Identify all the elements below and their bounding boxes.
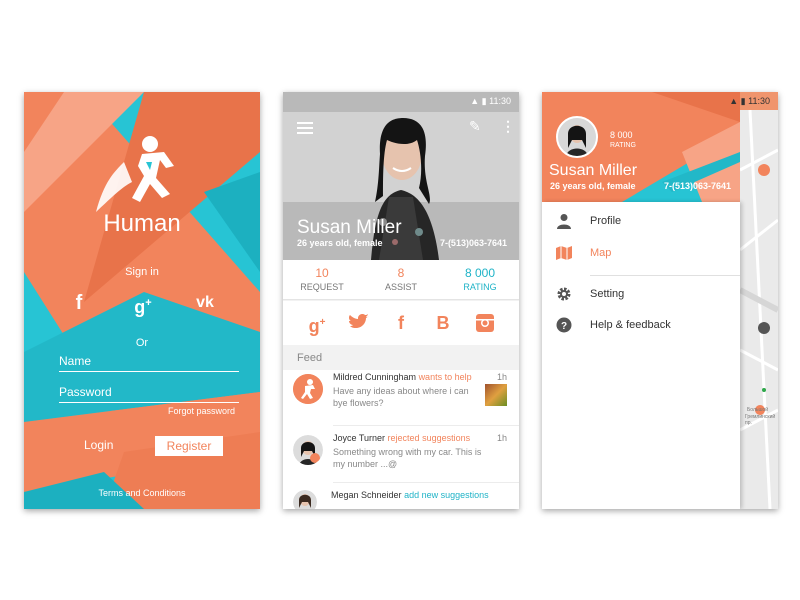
menu-icon[interactable]	[297, 122, 313, 134]
person-icon	[557, 214, 571, 229]
feed-header: Feed	[283, 346, 519, 370]
b-icon[interactable]: B	[429, 309, 457, 337]
status-time: 11:30	[489, 96, 511, 106]
avatar	[293, 435, 323, 465]
google-plus-icon[interactable]: g+	[128, 288, 158, 318]
drawer-phone: 7-(513)063-7641	[664, 181, 732, 191]
feed-item-name: Mildred Cunningham	[333, 372, 417, 382]
stat-label: REQUEST	[300, 282, 344, 292]
avatar	[293, 374, 323, 404]
map-view[interactable]	[738, 109, 778, 509]
menu-item-label: Help & feedback	[590, 319, 671, 331]
edit-icon[interactable]: ✎	[469, 118, 481, 135]
menu-item-help[interactable]: ? Help & feedback	[542, 312, 740, 338]
drawer-name: Susan Miller	[549, 162, 638, 179]
menu-item-map[interactable]: Map	[542, 240, 740, 266]
svg-text:?: ?	[561, 321, 567, 332]
drawer-rating-label: RATING	[610, 142, 636, 149]
drawer-rating-value: 8 000	[610, 130, 633, 140]
feed-item[interactable]: Mildred Cunningham wants to help Have an…	[283, 370, 519, 428]
feed-item-action: add new suggestions	[404, 490, 489, 500]
feed-item-message: Something wrong with my car. This is my …	[333, 447, 482, 469]
map-icon	[556, 246, 572, 260]
map-street-label: Большой	[747, 407, 769, 413]
drawer-status-bar: ▲ ▮ 11:30	[542, 92, 778, 110]
feed-item-title: Joyce Turner rejected suggestions	[333, 433, 470, 443]
feed-item-time: 1h	[496, 433, 507, 443]
menu-item-label: Map	[590, 247, 612, 259]
map-graphic	[738, 109, 778, 509]
stat-rating[interactable]: 8 000 RATING	[441, 266, 519, 292]
status-time: 11:30	[748, 96, 770, 106]
menu-item-setting[interactable]: Setting	[542, 281, 740, 307]
profile-name: Susan Miller	[297, 217, 402, 238]
terms-link[interactable]: Terms and Conditions	[24, 488, 260, 498]
drawer-screen: Большой Гремлинский пр. 8 000 RATING Sus…	[542, 92, 778, 509]
avatar	[293, 490, 317, 509]
gear-icon	[557, 287, 571, 301]
drawer-subtitle: 26 years old, female	[550, 181, 636, 191]
login-title: Human	[103, 210, 181, 237]
facebook-icon[interactable]: f	[387, 309, 415, 337]
profile-screen: ▲ ▮ 11:30 ✎ ⋮ Susan Miller 26 years old,…	[283, 92, 519, 509]
login-button[interactable]: Login	[84, 438, 113, 452]
more-icon[interactable]: ⋮	[501, 118, 515, 135]
feed-divider	[333, 425, 519, 426]
feed-item-action: wants to help	[418, 372, 472, 382]
feed-item-thumbnail[interactable]	[485, 384, 507, 406]
share-row: g+ f B	[283, 301, 519, 345]
vk-icon[interactable]: vk	[190, 288, 220, 318]
map-street-label: Гремлинский пр.	[745, 414, 776, 426]
stats-bar: 10 REQUEST 8 ASSIST 8 000 RATING	[283, 260, 519, 300]
profile-phone: 7-(513)063-7641	[439, 238, 507, 248]
feed-item-message: Have any ideas about where i can bye flo…	[333, 386, 469, 408]
name-field[interactable]: Name	[59, 350, 239, 372]
drawer-menu: Profile Map Setting ? Help & feedback	[542, 202, 740, 509]
menu-item-label: Setting	[590, 288, 625, 300]
stat-value: 8 000	[464, 266, 496, 280]
feed-item-name: Megan Schneider	[331, 490, 402, 500]
signal-icon: ▲ ▮	[470, 96, 490, 106]
stat-label: ASSIST	[384, 282, 417, 292]
or-label: Or	[135, 337, 149, 349]
feed-item-name: Joyce Turner	[333, 433, 386, 443]
menu-item-label: Profile	[590, 215, 622, 227]
avatar[interactable]	[556, 116, 598, 158]
stat-label: RATING	[463, 282, 497, 292]
feed-item-title: Megan Schneider add new suggestions	[331, 490, 489, 500]
help-icon: ?	[556, 317, 572, 333]
feed-item-time: 1h	[496, 372, 507, 382]
feed-item[interactable]: Joyce Turner rejected suggestions Someth…	[283, 431, 519, 489]
feed-item-action: rejected suggestions	[387, 433, 471, 443]
facebook-icon[interactable]: f	[64, 288, 94, 318]
profile-subtitle: 26 years old, female	[297, 238, 383, 248]
twitter-icon[interactable]	[345, 309, 373, 337]
stat-request[interactable]: 10 REQUEST	[283, 266, 361, 292]
menu-divider	[590, 275, 740, 276]
register-button[interactable]: Register	[155, 436, 223, 456]
sign-in-label: Sign in	[125, 266, 159, 278]
feed-item[interactable]: Megan Schneider add new suggestions	[283, 488, 519, 509]
status-bar: ▲ ▮ 11:30	[283, 92, 519, 110]
signal-icon: ▲ ▮	[729, 96, 749, 106]
stat-value: 10	[315, 266, 329, 280]
feed-list: Mildred Cunningham wants to help Have an…	[283, 370, 519, 509]
feed-item-title: Mildred Cunningham wants to help	[333, 372, 472, 382]
google-plus-icon[interactable]: g+	[303, 309, 331, 337]
instagram-icon[interactable]	[471, 309, 499, 337]
feed-divider	[333, 482, 519, 483]
stat-assist[interactable]: 8 ASSIST	[362, 266, 440, 292]
stat-value: 8	[397, 266, 405, 280]
password-field[interactable]: Password	[59, 381, 239, 403]
menu-item-profile[interactable]: Profile	[542, 208, 740, 234]
